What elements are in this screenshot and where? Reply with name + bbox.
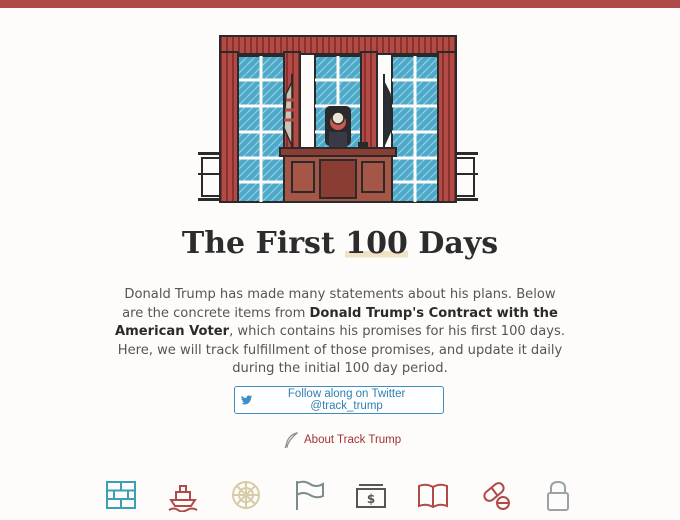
about-link[interactable]: About Track Trump xyxy=(284,430,401,450)
page-title: The First 100 Days xyxy=(0,226,680,261)
follow-twitter-button[interactable]: Follow along on Twitter @track_trump xyxy=(234,386,444,414)
topic-icon-row: $ xyxy=(0,478,680,518)
title-prefix: The First xyxy=(181,226,346,261)
quill-icon xyxy=(284,432,298,448)
lock-icon[interactable] xyxy=(541,478,575,512)
top-accent-bar xyxy=(0,0,680,8)
intro-paragraph: Donald Trump has made many statements ab… xyxy=(112,286,568,379)
twitter-bird-icon xyxy=(241,395,253,405)
title-suffix: Days xyxy=(407,226,499,261)
oval-office-illustration xyxy=(198,35,478,203)
pill-icon[interactable] xyxy=(479,478,513,512)
flag-icon[interactable] xyxy=(292,478,326,512)
follow-button-label: Follow along on Twitter @track_trump xyxy=(287,388,406,412)
money-icon[interactable]: $ xyxy=(354,478,388,512)
svg-text:$: $ xyxy=(367,492,375,506)
brick-wall-icon[interactable] xyxy=(104,478,138,512)
seal-icon[interactable] xyxy=(229,478,263,512)
book-icon[interactable] xyxy=(416,478,450,512)
title-number: 100 xyxy=(345,226,408,261)
about-link-label: About Track Trump xyxy=(304,434,402,446)
ship-icon[interactable] xyxy=(166,478,200,512)
